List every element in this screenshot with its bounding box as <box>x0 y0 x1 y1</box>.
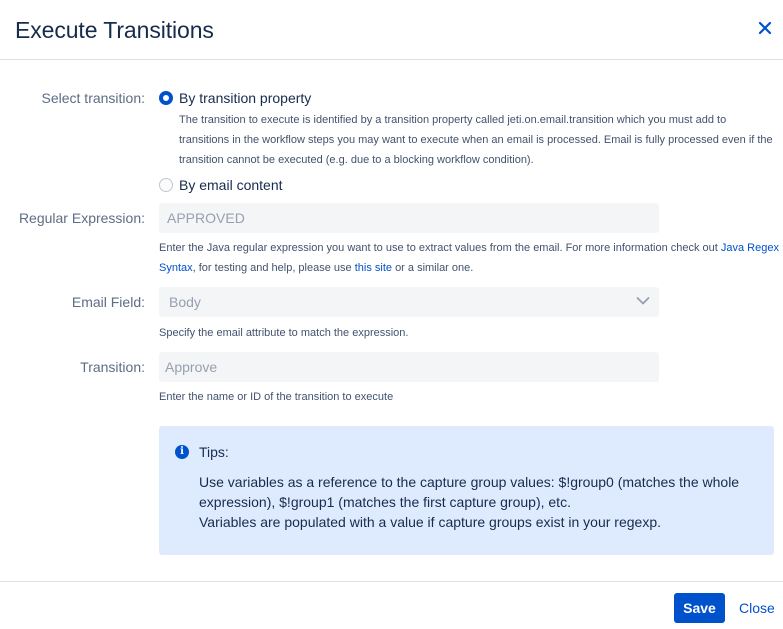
regex-input[interactable]: APPROVED <box>159 203 659 233</box>
radio-label-by-email-content[interactable]: By email content <box>179 177 283 193</box>
transition-help: Enter the name or ID of the transition t… <box>159 391 394 403</box>
transition-label: Transition: <box>80 359 145 375</box>
email-field-value: Body <box>169 294 201 310</box>
select-transition-help: The transition to execute is identified … <box>179 114 773 166</box>
info-icon: i <box>175 445 189 459</box>
tips-title: Tips: <box>199 444 229 460</box>
regex-input-value: APPROVED <box>167 210 245 226</box>
dialog-header: Execute Transitions <box>0 0 783 60</box>
dialog-footer <box>0 581 783 629</box>
close-button[interactable]: Close <box>739 600 775 616</box>
radio-label-by-transition-property[interactable]: By transition property <box>179 90 311 106</box>
regex-help: Enter the Java regular expression you wa… <box>159 238 779 278</box>
radio-by-transition-property[interactable] <box>159 91 173 105</box>
regex-help-prefix: Enter the Java regular expression you wa… <box>159 242 718 254</box>
transition-input-placeholder: Approve <box>165 359 218 375</box>
tips-line-1: Use variables as a reference to the capt… <box>199 474 740 510</box>
regex-label: Regular Expression: <box>18 210 145 226</box>
select-transition-label: Select transition: <box>41 90 146 106</box>
regex-help-suffix: or a similar one. <box>395 262 474 274</box>
this-site-link[interactable]: this site <box>355 262 392 274</box>
tips-body: Use variables as a reference to the capt… <box>199 472 759 532</box>
close-icon[interactable] <box>757 20 773 36</box>
radio-by-email-content[interactable] <box>159 178 173 192</box>
regex-help-middle: , for testing and help, please use <box>192 262 352 274</box>
email-field-label: Email Field: <box>71 294 145 310</box>
execute-transitions-dialog: Execute Transitions Select transition: B… <box>0 0 783 629</box>
chevron-down-icon <box>636 297 650 305</box>
dialog-title: Execute Transitions <box>15 17 214 43</box>
tips-panel: i Tips: Use variables as a reference to … <box>159 426 774 555</box>
save-button[interactable]: Save <box>674 593 725 623</box>
transition-input[interactable]: Approve <box>159 352 659 382</box>
tips-line-2: Variables are populated with a value if … <box>199 514 662 530</box>
email-field-select[interactable]: Body <box>159 287 659 317</box>
email-field-help: Specify the email attribute to match the… <box>159 327 409 339</box>
